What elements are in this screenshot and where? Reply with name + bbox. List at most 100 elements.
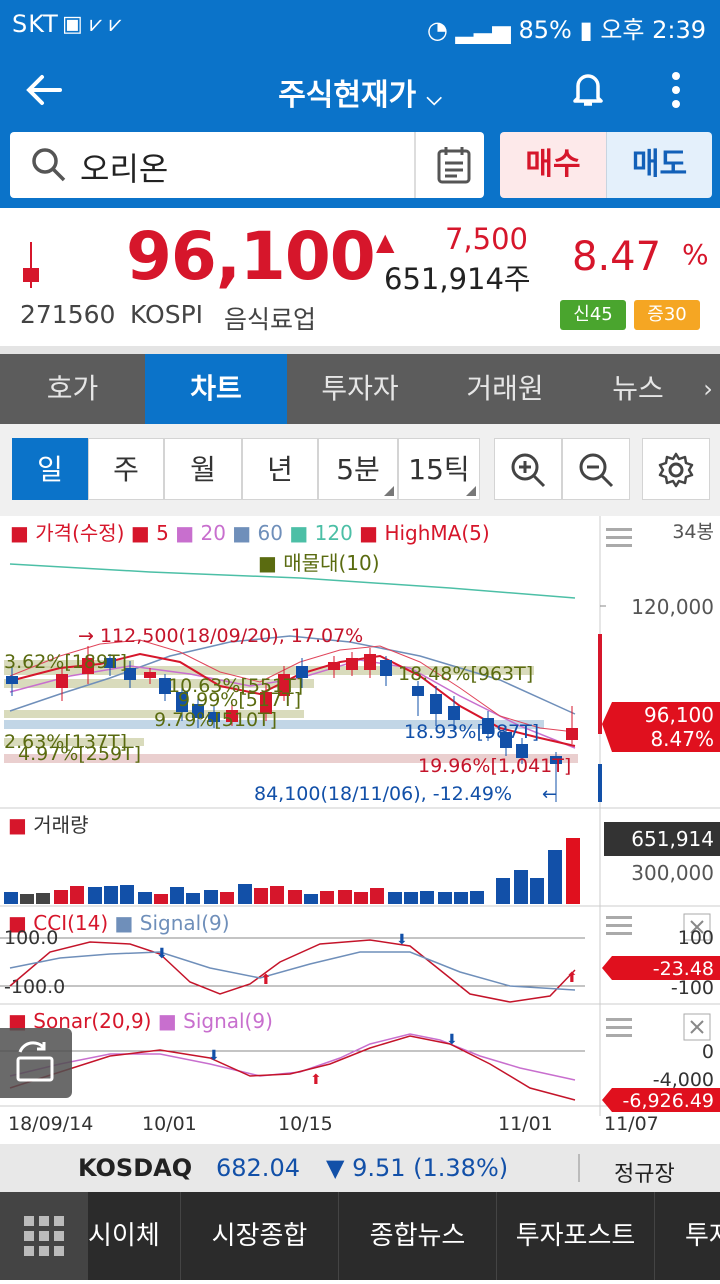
settings-gear-icon[interactable] bbox=[642, 438, 710, 500]
current-price: 96,100 bbox=[126, 218, 376, 295]
period-5min[interactable]: 5분 bbox=[318, 438, 398, 500]
tab-news[interactable]: 뉴스 bbox=[577, 354, 699, 424]
volume-tag-value: 651,914 bbox=[631, 827, 714, 851]
zoom-out-icon[interactable] bbox=[562, 438, 630, 500]
candle bbox=[6, 676, 18, 684]
x-axis-label: 10/15 bbox=[278, 1113, 333, 1135]
zoom-in-icon[interactable] bbox=[494, 438, 562, 500]
ticker-change: ▼ 9.51 (1.38%) bbox=[326, 1154, 509, 1182]
stock-search-input[interactable]: 오리온 bbox=[10, 132, 484, 198]
vp-label: 18.48%[963T] bbox=[398, 663, 533, 685]
down-arrow-icon: ⬇ bbox=[446, 1032, 458, 1048]
price-tag-percent: 8.47% bbox=[650, 727, 714, 751]
period-15tick-label: 15틱 bbox=[408, 453, 470, 486]
period-5min-label: 5분 bbox=[336, 453, 380, 486]
menu-lines-icon[interactable] bbox=[606, 1018, 632, 1037]
mini-candle-icon bbox=[23, 242, 39, 288]
screen-title[interactable]: 주식현재가 ⌵ bbox=[0, 70, 720, 114]
low-arrow-icon: ← bbox=[542, 784, 557, 805]
nav-item[interactable]: 시이체 bbox=[88, 1192, 180, 1280]
sonar-axis-low: -4,000 bbox=[653, 1069, 714, 1091]
tab-bar: 호가 차트 투자자 거래원 뉴스 › bbox=[0, 354, 720, 424]
price-tag-value: 96,100 bbox=[644, 703, 714, 727]
bottom-nav: 시이체 시장종합 종합뉴스 투자포스트 투자 bbox=[0, 1192, 720, 1280]
legend-volume-profile: ■ 매물대(10) bbox=[258, 551, 380, 575]
x-axis-label: 18/09/14 bbox=[8, 1113, 93, 1135]
tab-broker[interactable]: 거래원 bbox=[433, 354, 577, 424]
cci-upper-label: 100.0 bbox=[4, 927, 58, 949]
rotate-screen-button[interactable] bbox=[0, 1028, 72, 1098]
period-month[interactable]: 월 bbox=[164, 438, 242, 500]
cci-tag-value: -23.48 bbox=[653, 958, 714, 980]
nav-more[interactable]: 투자 bbox=[654, 1192, 720, 1280]
up-arrow-icon: ⬆ bbox=[566, 970, 578, 986]
menu-lines-icon[interactable] bbox=[606, 528, 632, 547]
search-icon bbox=[32, 148, 66, 182]
buy-button[interactable]: 매수 bbox=[500, 132, 606, 198]
vp-label: 9.99%[517T] bbox=[178, 689, 301, 711]
bar-count: 34봉 bbox=[672, 521, 714, 543]
range-bar-up bbox=[598, 634, 602, 734]
carrier: SKT bbox=[12, 10, 59, 38]
rotate-icon bbox=[16, 1041, 54, 1082]
stock-chart[interactable]: ■ 가격(수정) ■ 5 ■ 20 ■ 60 ■ 120 ■ HighMA(5)… bbox=[0, 516, 720, 1144]
vp-label: 3.62%[189T] bbox=[4, 651, 127, 673]
session-status: 정규장 bbox=[614, 1162, 675, 1187]
down-arrow-icon: ⬇ bbox=[156, 946, 168, 962]
ticker-value: 682.04 bbox=[216, 1154, 300, 1182]
status-icons: ▣ ⩗ ⩗ bbox=[62, 12, 122, 37]
status-bar: SKT ▣ ⩗ ⩗ ◔ ▂▃▅ 85% ▮ 오후 2:39 bbox=[0, 0, 720, 50]
calendar-icon[interactable] bbox=[434, 144, 474, 186]
vp-label: 9.79%[510T] bbox=[154, 709, 277, 731]
low-annotation: 84,100(18/11/06), -12.49% bbox=[254, 783, 512, 805]
trade-volume: 651,914주 bbox=[384, 262, 531, 296]
divider bbox=[578, 1154, 580, 1182]
nav-invest-post[interactable]: 투자포스트 bbox=[496, 1192, 654, 1280]
dropdown-corner-icon bbox=[384, 486, 394, 496]
sell-button[interactable]: 매도 bbox=[606, 132, 712, 198]
sonar-axis-mid: 0 bbox=[702, 1041, 714, 1063]
down-arrow-icon: ⬇ bbox=[208, 1048, 220, 1064]
more-menu-icon[interactable] bbox=[664, 68, 688, 112]
sector-name: 음식료업 bbox=[224, 305, 317, 334]
market-ticker[interactable]: KOSDAQ 682.04 ▼ 9.51 (1.38%) 정규장 bbox=[0, 1144, 720, 1192]
period-selector: 일 주 월 년 5분 15틱 bbox=[0, 424, 720, 516]
grid-menu-icon[interactable] bbox=[0, 1192, 88, 1280]
battery-level: 85% bbox=[518, 16, 572, 44]
x-axis-label: 11/01 bbox=[498, 1113, 553, 1135]
period-week[interactable]: 주 bbox=[88, 438, 164, 500]
volume-axis-label: 300,000 bbox=[631, 861, 714, 885]
tab-chart[interactable]: 차트 bbox=[145, 354, 287, 424]
quote-panel: 96,100 ▲ 7,500 651,914주 8.47 % 271560 KO… bbox=[0, 208, 720, 346]
legend-price: ■ 가격(수정) ■ 5 ■ 20 ■ 60 ■ 120 ■ HighMA(5) bbox=[10, 521, 490, 545]
candle bbox=[566, 728, 578, 740]
chevron-down-icon: ⌵ bbox=[426, 86, 442, 110]
ticker-name: KOSDAQ bbox=[78, 1154, 193, 1182]
period-day[interactable]: 일 bbox=[12, 438, 88, 500]
high-annotation: → 112,500(18/09/20), 17.07% bbox=[78, 625, 363, 647]
cci-lower-label: -100.0 bbox=[4, 976, 65, 998]
chevron-right-icon[interactable]: › bbox=[696, 354, 720, 424]
x-axis-label: 10/01 bbox=[142, 1113, 197, 1135]
clock: 오후 2:39 bbox=[600, 16, 706, 44]
sonar-tag-value: -6,926.49 bbox=[623, 1090, 714, 1112]
stock-code: 271560 bbox=[20, 300, 116, 329]
nav-market-summary[interactable]: 시장종합 bbox=[180, 1192, 338, 1280]
period-15tick[interactable]: 15틱 bbox=[398, 438, 480, 500]
menu-lines-icon[interactable] bbox=[606, 916, 632, 935]
vp-label: 19.96%[1,041T] bbox=[418, 755, 571, 777]
search-value: 오리온 bbox=[80, 150, 169, 188]
close-pane-icon[interactable] bbox=[683, 1013, 711, 1041]
range-bar-down bbox=[598, 764, 602, 802]
up-arrow-icon: ▲ bbox=[376, 228, 395, 256]
tab-orderbook[interactable]: 호가 bbox=[0, 354, 145, 424]
down-arrow-icon: ⬇ bbox=[396, 932, 408, 948]
battery-icon: ▮ bbox=[579, 16, 593, 44]
bell-icon[interactable] bbox=[566, 66, 610, 110]
y-axis-label: 120,000 bbox=[631, 595, 714, 619]
period-year[interactable]: 년 bbox=[242, 438, 318, 500]
nav-news[interactable]: 종합뉴스 bbox=[338, 1192, 496, 1280]
tab-investor[interactable]: 투자자 bbox=[287, 354, 433, 424]
candle bbox=[412, 686, 424, 696]
volume-title: ■ 거래량 bbox=[8, 813, 88, 837]
